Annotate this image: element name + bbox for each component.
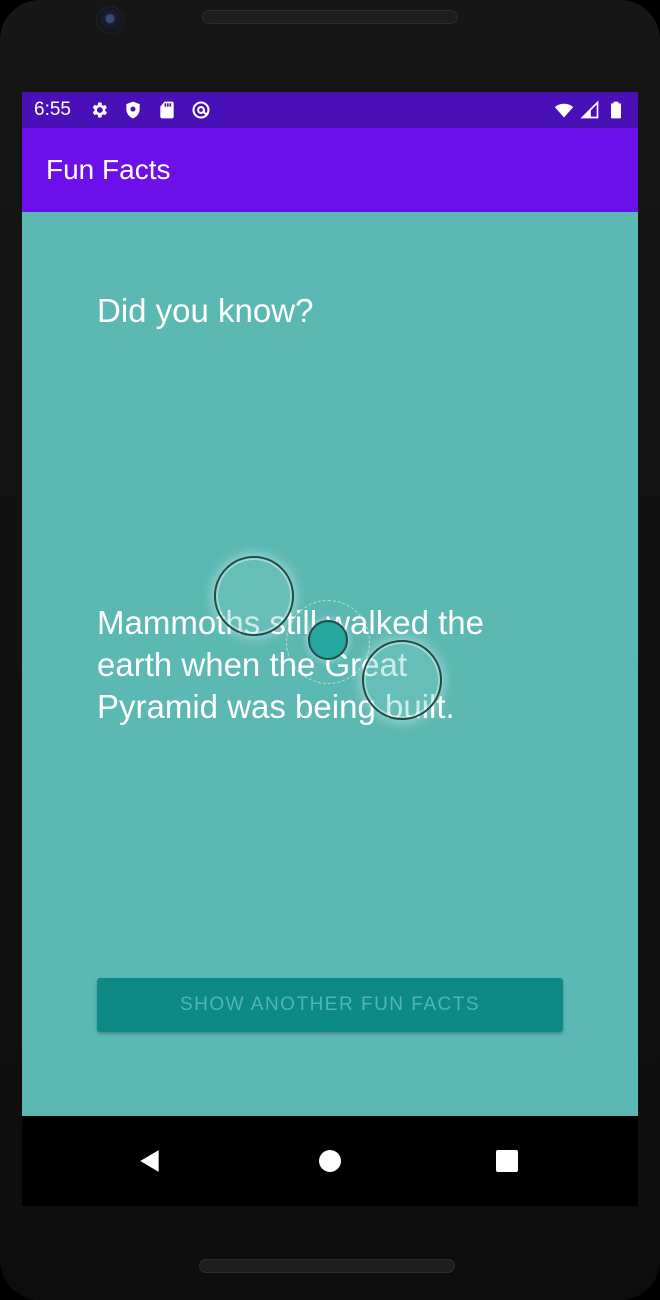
bottom-speaker xyxy=(199,1259,455,1273)
show-another-fact-button[interactable]: SHOW ANOTHER FUN FACTS xyxy=(97,978,563,1032)
app-bar: Fun Facts xyxy=(22,128,638,212)
gear-icon xyxy=(92,102,107,118)
app-title: Fun Facts xyxy=(46,154,171,185)
heading-did-you-know: Did you know? xyxy=(97,292,314,329)
back-icon xyxy=(140,1150,159,1172)
touch-indicator-center xyxy=(308,620,348,660)
home-icon xyxy=(319,1150,341,1172)
status-time: 6:55 xyxy=(34,99,71,120)
wifi-icon xyxy=(554,103,574,118)
top-speaker xyxy=(202,10,458,24)
fun-facts-content: Did you know? Mammoths still walked the … xyxy=(22,212,638,1116)
signal-icon xyxy=(580,100,599,119)
home-button[interactable] xyxy=(310,1141,350,1181)
shield-icon xyxy=(126,101,140,119)
screen: 6:55 Fun Facts Did you know? Mammoths st… xyxy=(22,92,638,1206)
sd-card-icon xyxy=(160,101,174,119)
navigation-bar xyxy=(22,1116,638,1206)
status-left-icons xyxy=(89,100,211,120)
status-bar: 6:55 xyxy=(22,92,638,128)
touch-indicator xyxy=(214,556,294,636)
status-right-icons xyxy=(554,100,626,120)
recents-button[interactable] xyxy=(487,1141,527,1181)
recents-icon xyxy=(496,1150,518,1172)
phone-frame: 6:55 Fun Facts Did you know? Mammoths st… xyxy=(0,0,660,1300)
front-camera xyxy=(96,6,124,34)
at-sign-icon xyxy=(192,101,210,119)
battery-icon xyxy=(611,101,621,119)
back-button[interactable] xyxy=(130,1141,170,1181)
touch-indicator xyxy=(362,640,442,720)
